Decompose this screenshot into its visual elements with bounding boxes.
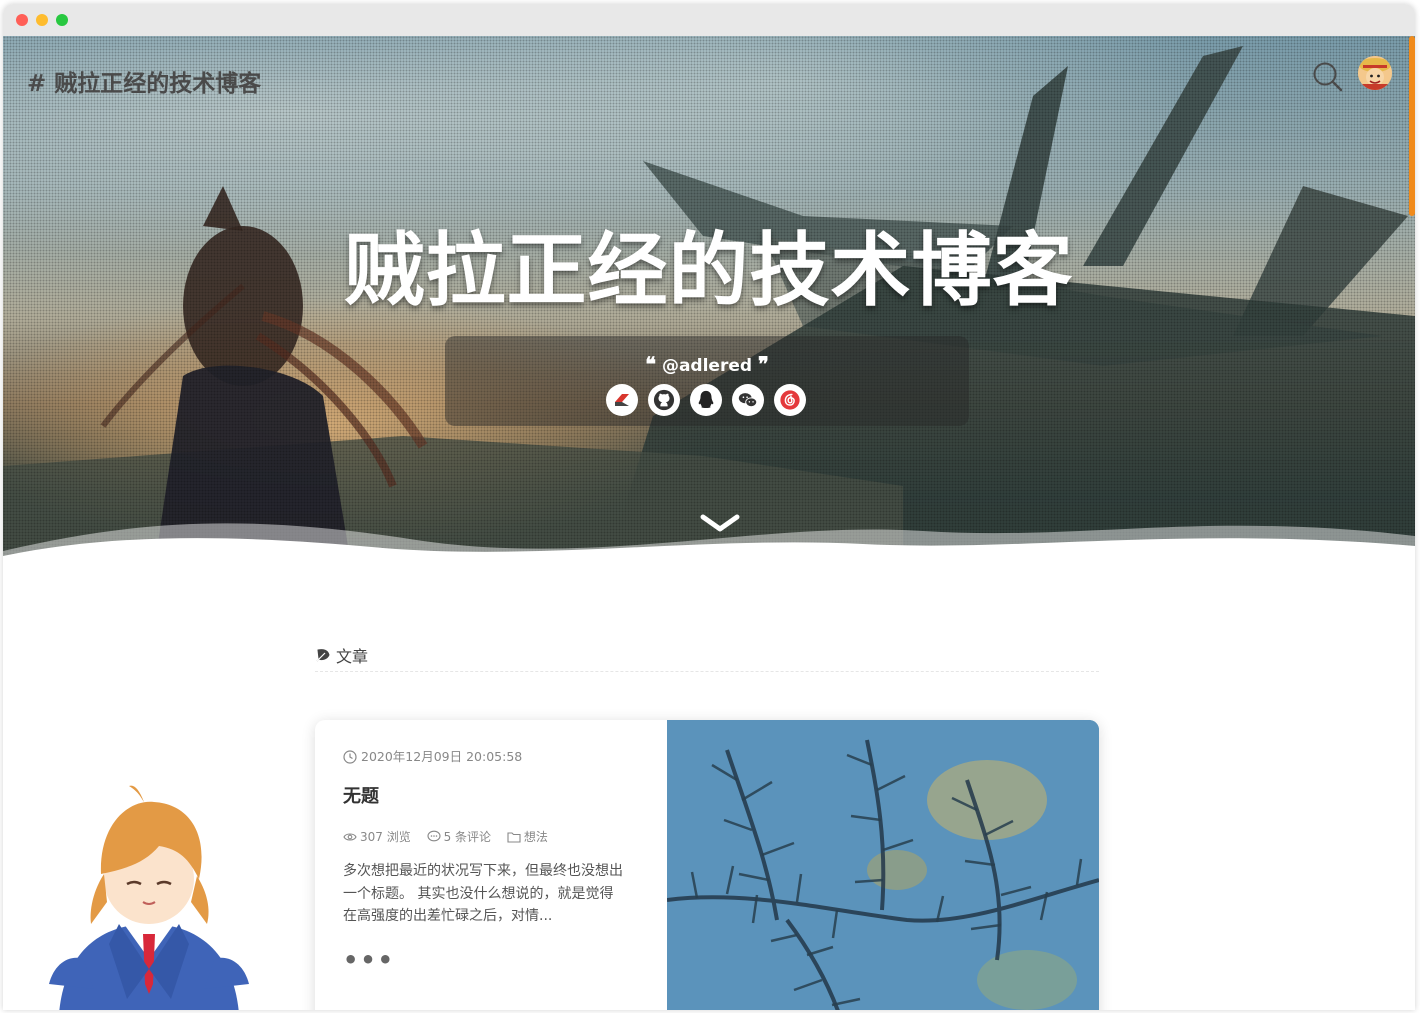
avatar-image [1358, 56, 1392, 90]
user-avatar[interactable] [1358, 56, 1392, 90]
quote-close-icon: ❞ [757, 352, 769, 376]
post-date-text: 2020年12月09日 20:05:58 [361, 749, 523, 764]
hero-banner: # 贼拉正经的技术博客 贼拉正经的技术博客 ❝ @adlered ❞ [3, 36, 1415, 576]
post-category[interactable]: 想法 [507, 828, 548, 845]
section-title: 文章 [336, 647, 369, 666]
close-window-button[interactable] [16, 14, 28, 26]
minimize-window-button[interactable] [36, 14, 48, 26]
post-date: 2020年12月09日 20:05:58 [343, 746, 522, 765]
post-excerpt: 多次想把最近的状况写下来，但最终也没想出一个标题。 其实也没什么想说的，就是觉得… [343, 863, 623, 924]
site-name-link[interactable]: # 贼拉正经的技术博客 [27, 64, 261, 98]
github-icon [653, 389, 675, 411]
quote-open-icon: ❝ [645, 352, 657, 376]
qq-icon [698, 390, 714, 409]
social-link-netease-music[interactable] [774, 384, 806, 416]
window-titlebar [3, 4, 1415, 37]
chevron-down-icon[interactable] [699, 512, 741, 534]
eye-icon [343, 833, 357, 841]
fern-fossil-image [667, 720, 1099, 1010]
scroll-progress-bar[interactable] [1409, 36, 1415, 216]
feather-icon [316, 649, 330, 662]
post-card[interactable]: 2020年12月09日 20:05:58 无题 307 浏览 5 条评论 想法 … [315, 720, 1099, 1010]
author-motto: ❝ @adlered ❞ [445, 352, 969, 376]
social-link-hacpai[interactable] [606, 384, 638, 416]
comment-icon [427, 830, 441, 842]
post-category-text: 想法 [523, 830, 548, 844]
social-link-qq[interactable] [690, 384, 722, 416]
netease-music-icon [780, 390, 800, 410]
author-handle: @adlered [661, 356, 753, 376]
maximize-window-button[interactable] [56, 14, 68, 26]
post-comments-text: 5 条评论 [443, 830, 492, 844]
post-title-link[interactable]: 无题 [343, 782, 379, 808]
clock-icon [343, 750, 357, 764]
articles-section-header: 文章 [315, 639, 1099, 672]
post-views-text: 307 浏览 [360, 830, 411, 844]
hero-info-box: ❝ @adlered ❞ [445, 336, 969, 426]
post-views: 307 浏览 [343, 828, 411, 845]
post-cover-image[interactable] [667, 720, 1099, 1010]
social-link-github[interactable] [648, 384, 680, 416]
wechat-icon [738, 393, 758, 408]
hero-title: 贼拉正经的技术博客 [344, 224, 1074, 317]
search-icon[interactable] [1311, 60, 1343, 92]
hacpai-icon [615, 394, 629, 406]
mascot-character[interactable] [39, 784, 259, 1010]
post-meta: 307 浏览 5 条评论 想法 [343, 828, 560, 845]
post-card-body: 2020年12月09日 20:05:58 无题 307 浏览 5 条评论 想法 … [315, 720, 667, 1010]
folder-icon [507, 832, 521, 843]
social-link-wechat[interactable] [732, 384, 764, 416]
browser-window: # 贼拉正经的技术博客 贼拉正经的技术博客 ❝ @adlered ❞ 文章 20… [3, 4, 1415, 1010]
post-comments[interactable]: 5 条评论 [427, 828, 491, 845]
read-more-button[interactable]: ••• [343, 946, 395, 974]
